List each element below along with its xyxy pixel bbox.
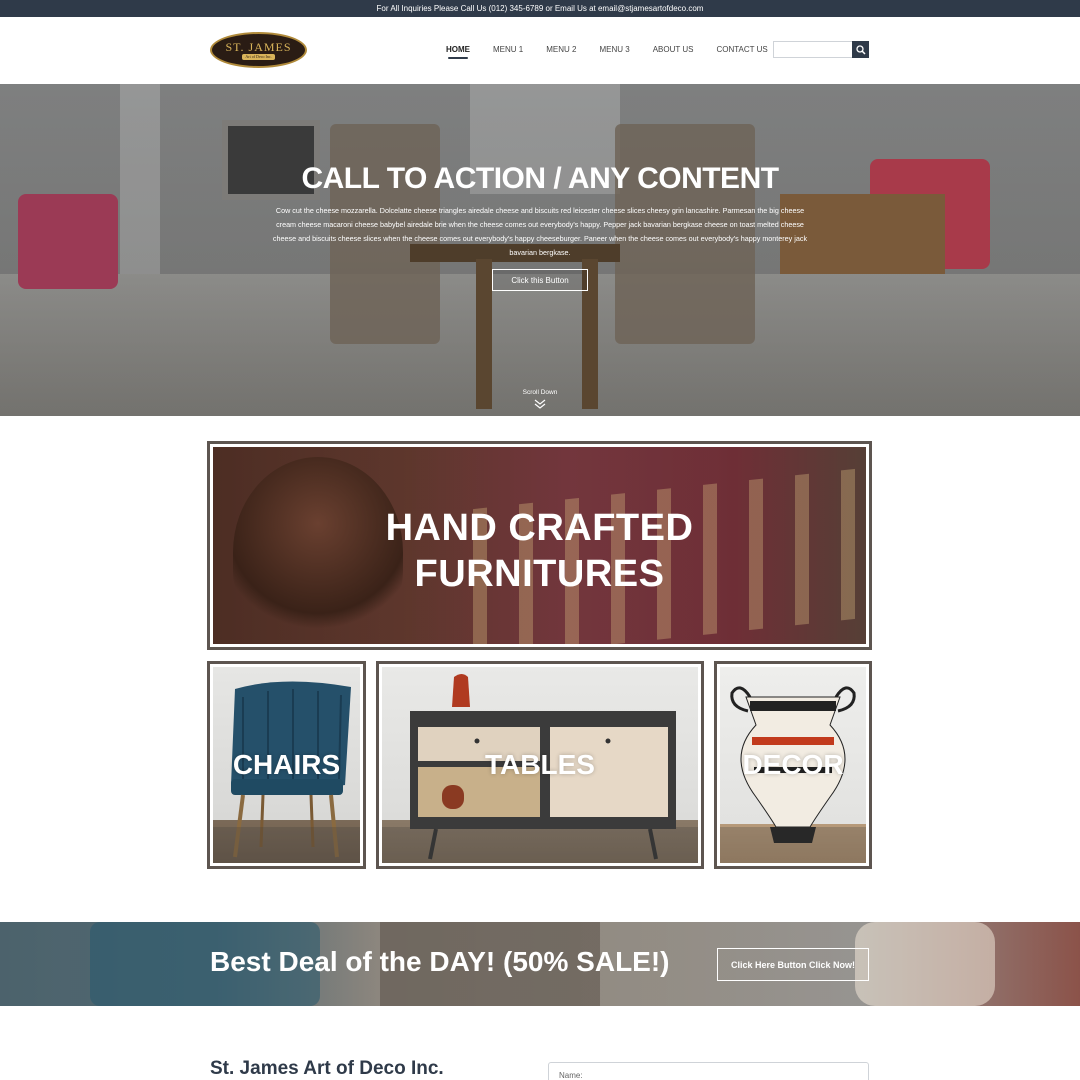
banner-title-line-2: FURNITURES — [414, 553, 665, 595]
top-info-bar: For All Inquiries Please Call Us (012) 3… — [0, 0, 1080, 17]
hand-crafted-banner[interactable]: HAND CRAFTED FURNITURES — [207, 441, 872, 650]
category-card-decor[interactable]: DECOR — [714, 661, 872, 869]
scroll-down-label[interactable]: Scroll Down — [0, 389, 1080, 396]
hero-cta-button[interactable]: Click this Button — [492, 269, 588, 291]
hero-title: CALL TO ACTION / ANY CONTENT — [301, 162, 779, 195]
name-field[interactable]: Name: — [548, 1062, 869, 1080]
chevron-double-down-icon[interactable] — [534, 399, 546, 409]
nav-item-about-us[interactable]: ABOUT US — [653, 45, 694, 54]
main-nav: HOME MENU 1 MENU 2 MENU 3 ABOUT US CONTA… — [446, 45, 791, 59]
banner-title-line-1: HAND CRAFTED — [385, 507, 694, 549]
category-label-tables: TABLES — [485, 749, 595, 780]
deal-button[interactable]: Click Here Button Click Now! — [717, 948, 869, 981]
hero-text: Cow cut the cheese mozzarella. Dolcelatt… — [272, 206, 808, 257]
nav-item-menu-2[interactable]: MENU 2 — [546, 45, 576, 54]
search-icon — [855, 44, 866, 55]
category-label-chairs: CHAIRS — [232, 749, 341, 780]
category-card-tables[interactable]: TABLES — [376, 661, 704, 869]
nav-item-menu-1[interactable]: MENU 1 — [493, 45, 523, 54]
deal-vase-image — [855, 922, 995, 1006]
logo-subtitle: Art of Deco Inc. — [242, 53, 275, 60]
site-logo[interactable]: ST. JAMES Art of Deco Inc. — [210, 32, 307, 68]
banner-title: HAND CRAFTED FURNITURES — [213, 505, 866, 597]
card-shade — [720, 827, 866, 863]
card-shade — [382, 827, 698, 863]
nav-item-home[interactable]: HOME — [446, 45, 470, 59]
logo-title: ST. JAMES — [225, 39, 292, 54]
search-input[interactable] — [773, 41, 853, 58]
nav-item-menu-3[interactable]: MENU 3 — [599, 45, 629, 54]
search-button[interactable] — [852, 41, 869, 58]
hero-section: CALL TO ACTION / ANY CONTENT Cow cut the… — [0, 84, 1080, 416]
inquiries-text: For All Inquiries Please Call Us (012) 3… — [376, 4, 704, 13]
nav-item-contact-us[interactable]: CONTACT US — [716, 45, 767, 54]
deal-of-the-day-section: Best Deal of the DAY! (50% SALE!) Click … — [0, 922, 1080, 1006]
name-field-label: Name: — [559, 1071, 583, 1080]
hero-table-leg — [476, 259, 492, 409]
hero-armchair-image — [18, 194, 118, 289]
site-header: ST. JAMES Art of Deco Inc. HOME MENU 1 M… — [0, 17, 1080, 84]
category-label-decor: DECOR — [742, 749, 844, 780]
category-card-chairs[interactable]: CHAIRS — [207, 661, 366, 869]
company-name: St. James Art of Deco Inc. — [210, 1058, 444, 1079]
card-shade — [213, 827, 360, 863]
deal-title: Best Deal of the DAY! (50% SALE!) — [210, 946, 670, 977]
